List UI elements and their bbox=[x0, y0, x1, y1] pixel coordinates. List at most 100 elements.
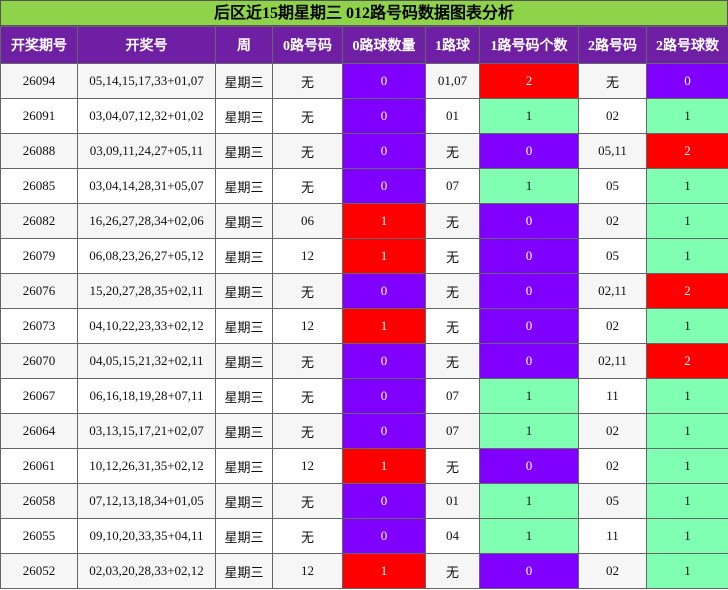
cell-numbers: 15,20,27,28,35+02,11 bbox=[77, 273, 216, 309]
cell-route2-numbers: 05 bbox=[578, 168, 647, 204]
cell-route2-count: 1 bbox=[646, 203, 728, 239]
cell-route2-numbers: 02 bbox=[578, 413, 647, 449]
cell-route2-count: 1 bbox=[646, 413, 728, 449]
cell-issue: 26088 bbox=[0, 133, 78, 169]
cell-route2-numbers: 05 bbox=[578, 483, 647, 519]
cell-route2-numbers: 02 bbox=[578, 448, 647, 484]
table-row: 26085 03,04,14,28,31+05,07 星期三无 0 07 1 05 1 bbox=[0, 168, 728, 204]
cell-route2-numbers: 02 bbox=[578, 553, 647, 589]
cell-route1-balls: 无 bbox=[425, 553, 480, 589]
cell-route0-numbers: 无 bbox=[272, 168, 343, 204]
header-route0-numbers: 0路号码 bbox=[272, 26, 343, 64]
cell-issue: 26052 bbox=[0, 553, 78, 589]
cell-route2-count: 1 bbox=[646, 98, 728, 134]
cell-issue: 26094 bbox=[0, 63, 78, 99]
page-title: 后区近15期星期三 012路号码数据图表分析 bbox=[0, 0, 728, 26]
cell-route2-count: 2 bbox=[646, 273, 728, 309]
cell-weekday: 星期三 bbox=[215, 448, 273, 484]
cell-issue: 26091 bbox=[0, 98, 78, 134]
cell-weekday: 星期三 bbox=[215, 133, 273, 169]
cell-route0-numbers: 无 bbox=[272, 413, 343, 449]
cell-route0-count: 0 bbox=[342, 168, 426, 204]
table-row: 26088 03,09,11,24,27+05,11 星期三无 0 无 0 05,11 2 bbox=[0, 133, 728, 169]
table-row: 26067 06,16,18,19,28+07,11 星期三无 0 07 1 11 1 bbox=[0, 378, 728, 414]
cell-route1-balls: 07 bbox=[425, 168, 480, 204]
cell-route0-count: 0 bbox=[342, 343, 426, 379]
cell-route1-count: 1 bbox=[479, 168, 579, 204]
cell-route0-count: 1 bbox=[342, 308, 426, 344]
cell-issue: 26055 bbox=[0, 518, 78, 554]
cell-numbers: 16,26,27,28,34+02,06 bbox=[77, 203, 216, 239]
cell-route1-balls: 无 bbox=[425, 343, 480, 379]
cell-route1-balls: 01,07 bbox=[425, 63, 480, 99]
header-route0-count: 0路球数量 bbox=[342, 26, 426, 64]
cell-route2-numbers: 11 bbox=[578, 518, 647, 554]
cell-route1-balls: 01 bbox=[425, 98, 480, 134]
cell-route0-numbers: 12 bbox=[272, 553, 343, 589]
cell-route2-count: 1 bbox=[646, 553, 728, 589]
cell-route1-balls: 07 bbox=[425, 378, 480, 414]
cell-route2-numbers: 02 bbox=[578, 308, 647, 344]
cell-numbers: 03,04,07,12,32+01,02 bbox=[77, 98, 216, 134]
cell-route1-count: 0 bbox=[479, 238, 579, 274]
cell-route1-count: 0 bbox=[479, 553, 579, 589]
table-row: 26055 09,10,20,33,35+04,11 星期三无 0 04 1 11 1 bbox=[0, 518, 728, 554]
header-numbers: 开奖号 bbox=[77, 26, 216, 64]
table-row: 26058 07,12,13,18,34+01,05 星期三无 0 01 1 05 1 bbox=[0, 483, 728, 519]
cell-numbers: 06,08,23,26,27+05,12 bbox=[77, 238, 216, 274]
cell-numbers: 06,16,18,19,28+07,11 bbox=[77, 378, 216, 414]
header-route2-numbers: 2路号码 bbox=[578, 26, 647, 64]
header-route2-count: 2路号球数 bbox=[646, 26, 728, 64]
cell-route0-numbers: 无 bbox=[272, 273, 343, 309]
data-table: 开奖期号 开奖号 周 0路号码 0路球数量 1路球 1路号码个数 2路号码 2路… bbox=[0, 26, 728, 589]
header-weekday: 周 bbox=[215, 26, 273, 64]
cell-route1-count: 0 bbox=[479, 448, 579, 484]
cell-route0-numbers: 无 bbox=[272, 343, 343, 379]
cell-issue: 26082 bbox=[0, 203, 78, 239]
cell-route1-count: 0 bbox=[479, 308, 579, 344]
cell-route1-balls: 无 bbox=[425, 308, 480, 344]
cell-weekday: 星期三 bbox=[215, 413, 273, 449]
table-row: 26082 16,26,27,28,34+02,06 星期三 06 1 无 0 02 1 bbox=[0, 203, 728, 239]
header-issue: 开奖期号 bbox=[0, 26, 78, 64]
cell-route0-count: 0 bbox=[342, 133, 426, 169]
cell-weekday: 星期三 bbox=[215, 98, 273, 134]
cell-route2-numbers: 05 bbox=[578, 238, 647, 274]
cell-route2-count: 1 bbox=[646, 238, 728, 274]
cell-route0-numbers: 06 bbox=[272, 203, 343, 239]
cell-route1-count: 2 bbox=[479, 63, 579, 99]
cell-issue: 26085 bbox=[0, 168, 78, 204]
cell-weekday: 星期三 bbox=[215, 238, 273, 274]
cell-route2-numbers: 02 bbox=[578, 98, 647, 134]
cell-route0-count: 0 bbox=[342, 63, 426, 99]
cell-route1-count: 1 bbox=[479, 378, 579, 414]
cell-route1-balls: 01 bbox=[425, 483, 480, 519]
cell-route1-count: 0 bbox=[479, 343, 579, 379]
cell-route2-numbers: 11 bbox=[578, 378, 647, 414]
cell-issue: 26067 bbox=[0, 378, 78, 414]
cell-route0-count: 1 bbox=[342, 448, 426, 484]
cell-weekday: 星期三 bbox=[215, 378, 273, 414]
cell-weekday: 星期三 bbox=[215, 63, 273, 99]
cell-route1-count: 1 bbox=[479, 413, 579, 449]
cell-route0-numbers: 12 bbox=[272, 308, 343, 344]
table-row: 26064 03,13,15,17,21+02,07 星期三无 0 07 1 02 1 bbox=[0, 413, 728, 449]
cell-route0-count: 1 bbox=[342, 203, 426, 239]
cell-numbers: 09,10,20,33,35+04,11 bbox=[77, 518, 216, 554]
cell-route2-count: 1 bbox=[646, 308, 728, 344]
cell-route0-count: 0 bbox=[342, 413, 426, 449]
header-route1-balls: 1路球 bbox=[425, 26, 480, 64]
cell-route2-count: 2 bbox=[646, 133, 728, 169]
cell-route1-count: 1 bbox=[479, 518, 579, 554]
table-row: 26073 04,10,22,23,33+02,12 星期三 12 1 无 0 02 1 bbox=[0, 308, 728, 344]
cell-weekday: 星期三 bbox=[215, 553, 273, 589]
cell-route1-count: 0 bbox=[479, 273, 579, 309]
cell-route0-numbers: 无 bbox=[272, 518, 343, 554]
table-row: 26070 04,05,15,21,32+02,11 星期三无 0 无 0 02,11 2 bbox=[0, 343, 728, 379]
cell-route2-count: 1 bbox=[646, 483, 728, 519]
table-body: 26094 05,14,15,17,33+01,07 星期三无 0 01,07 2 无 0 26… bbox=[0, 63, 728, 589]
cell-issue: 26073 bbox=[0, 308, 78, 344]
cell-weekday: 星期三 bbox=[215, 483, 273, 519]
cell-weekday: 星期三 bbox=[215, 203, 273, 239]
cell-numbers: 10,12,26,31,35+02,12 bbox=[77, 448, 216, 484]
